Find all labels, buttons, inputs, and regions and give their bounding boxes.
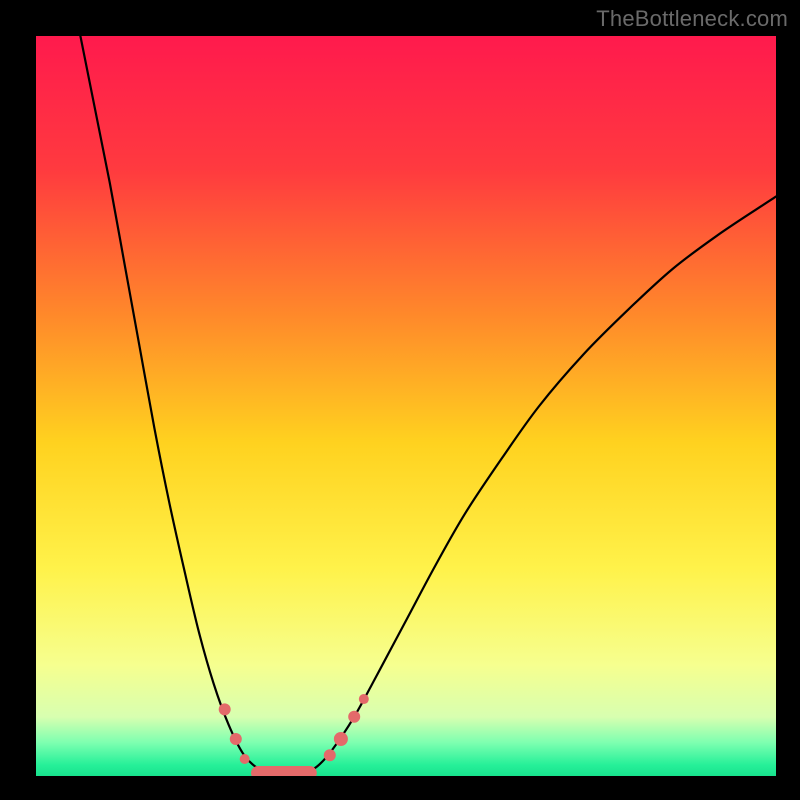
marker-dot-6 [348,711,360,723]
marker-dot-4 [324,749,336,761]
chart-svg [36,36,776,776]
watermark-text: TheBottleneck.com [596,6,788,32]
marker-dot-7 [359,694,369,704]
marker-dot-0 [219,703,231,715]
chart-frame: TheBottleneck.com [0,0,800,800]
gradient-background [36,36,776,776]
marker-dot-1 [230,733,242,745]
plot-area [36,36,776,776]
marker-dot-5 [334,732,348,746]
marker-dot-2 [240,754,250,764]
